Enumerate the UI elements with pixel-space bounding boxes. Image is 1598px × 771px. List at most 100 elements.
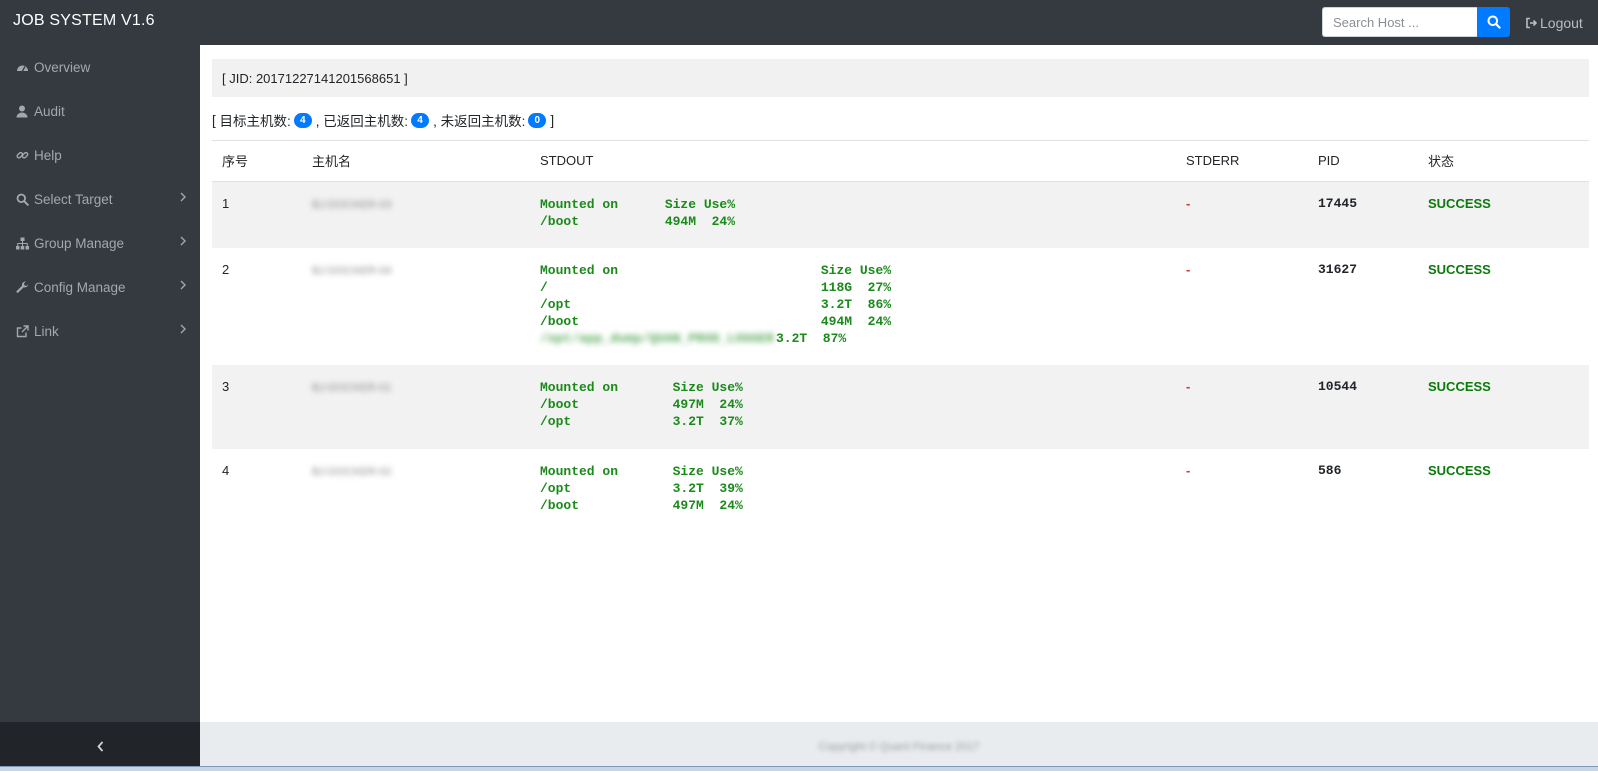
column-header-index: 序号: [212, 141, 302, 182]
status-cell: SUCCESS: [1428, 262, 1491, 277]
sidebar-item-help[interactable]: Help: [0, 133, 200, 177]
os-taskbar-strip: [0, 766, 1598, 771]
user-icon: [15, 104, 29, 118]
chevron-right-icon: [180, 236, 186, 246]
search-host-input[interactable]: [1322, 7, 1477, 37]
search-icon: [15, 192, 29, 206]
stdout-line: /boot 497M 24%: [540, 498, 743, 513]
link-icon: [15, 148, 29, 162]
sidebar-item-label: Link: [34, 323, 59, 339]
pid-cell: 586: [1318, 463, 1342, 478]
sidebar-item-overview[interactable]: Overview: [0, 45, 200, 89]
copyright-text: Copyright © Quant Finance 2017: [818, 740, 980, 753]
summary-close: ]: [550, 112, 555, 128]
result-table: 序号 主机名 STDOUT STDERR PID 状态 1 BJ-DOCKER-…: [212, 141, 1589, 533]
table-row: 2 BJ-DOCKER-04 Mounted on Size Use% / 118…: [212, 248, 1589, 365]
sidebar-item-label: Select Target: [34, 191, 113, 207]
returned-count-badge: 4: [411, 112, 430, 128]
stdout-line: /opt/app_dump/QUAN_PROD_LOGGER 3.2T 87%: [540, 330, 1176, 347]
logout-link[interactable]: Logout: [1525, 15, 1583, 31]
stdout-line: / 118G 27%: [540, 280, 892, 295]
chevron-left-icon: [96, 741, 103, 752]
target-label: 目标主机数:: [219, 114, 291, 129]
logout-label: Logout: [1540, 15, 1583, 31]
sidebar-item-label: Group Manage: [34, 235, 125, 251]
stdout-line: /opt 3.2T 39%: [540, 481, 743, 496]
stdout-cell: Mounted on Size Use% /opt 3.2T 39% /boot 4…: [530, 449, 1176, 533]
column-header-stderr: STDERR: [1176, 141, 1308, 182]
sitemap-icon: [15, 236, 29, 250]
column-header-pid: PID: [1308, 141, 1418, 182]
sidebar-item-link[interactable]: Link: [0, 309, 200, 353]
jid-header: [ JID: 20171227141201568651 ]: [212, 59, 1589, 97]
sidebar-item-config-manage[interactable]: Config Manage: [0, 265, 200, 309]
sidebar-item-select-target[interactable]: Select Target: [0, 177, 200, 221]
pid-cell: 17445: [1308, 181, 1418, 248]
column-header-hostname: 主机名: [302, 141, 530, 182]
target-count-badge: 4: [293, 112, 312, 128]
chevron-right-icon: [180, 324, 186, 334]
dashboard-icon: [15, 60, 29, 74]
sign-out-icon: [1526, 17, 1537, 29]
sidebar-item-audit[interactable]: Audit: [0, 89, 200, 133]
wrench-icon: [15, 280, 29, 294]
table-row: 3 BJ-DOCKER-01 Mounted on Size Use% /boot…: [212, 365, 1589, 449]
row-index: 4: [222, 463, 230, 478]
column-header-status: 状态: [1418, 141, 1589, 182]
column-header-stdout: STDOUT: [530, 141, 1176, 182]
search-icon: [1487, 15, 1501, 29]
status-cell: SUCCESS: [1418, 181, 1589, 248]
table-header-row: 序号 主机名 STDOUT STDERR PID 状态: [212, 141, 1589, 182]
unreturned-count-badge: 0: [528, 112, 547, 128]
stdout-cell: Mounted on Size Use% / 118G 27% /opt 3.2T …: [530, 248, 1176, 365]
row-index: 2: [222, 262, 230, 277]
sidebar-item-group-manage[interactable]: Group Manage: [0, 221, 200, 265]
stdout-line: Mounted on Size Use%: [540, 464, 743, 479]
sidebar: Overview Audit Help Select Target Group …: [0, 45, 200, 771]
stdout-line: /opt 3.2T 37%: [540, 414, 743, 429]
jid-text: [ JID: 20171227141201568651 ]: [222, 70, 408, 86]
stderr-cell: -: [1176, 181, 1308, 248]
hostname: BJ-DOCKER-03: [312, 198, 392, 211]
stdout-blurred-path: /opt/app_dump/QUAN_PROD_LOGGER: [540, 331, 775, 346]
stdout-line: /boot 497M 24%: [540, 397, 743, 412]
stdout-line: Mounted on Size Use%: [540, 196, 736, 212]
sidebar-item-label: Config Manage: [34, 279, 126, 295]
stdout-line: Mounted on Size Use%: [540, 263, 892, 278]
search-button[interactable]: [1477, 7, 1510, 37]
stderr-cell: -: [1186, 463, 1191, 478]
sidebar-collapse-button[interactable]: [0, 722, 200, 771]
chevron-right-icon: [180, 280, 186, 290]
unreturned-label: , 未返回主机数:: [433, 114, 526, 129]
pid-cell: 10544: [1308, 365, 1418, 449]
pid-cell: 31627: [1318, 262, 1358, 277]
app-title[interactable]: JOB SYSTEM V1.6: [13, 12, 155, 30]
sidebar-item-label: Audit: [34, 103, 65, 119]
external-link-icon: [15, 324, 29, 338]
stdout-usage: 3.2T 87%: [776, 331, 847, 346]
hostname: BJ-DOCKER-04: [312, 265, 392, 277]
status-cell: SUCCESS: [1428, 463, 1491, 478]
status-cell: SUCCESS: [1418, 365, 1589, 449]
footer: Copyright © Quant Finance 2017: [200, 722, 1598, 771]
top-navbar: JOB SYSTEM V1.6 Logout: [0, 0, 1598, 45]
row-index: 3: [212, 365, 302, 449]
stdout-line: Mounted on Size Use%: [540, 380, 743, 395]
stderr-cell: -: [1186, 262, 1191, 277]
hostname: BJ-DOCKER-02: [312, 466, 392, 478]
table-row: 4 BJ-DOCKER-02 Mounted on Size Use% /opt …: [212, 449, 1589, 533]
sidebar-item-label: Overview: [34, 59, 91, 75]
stdout-cell: Mounted on Size Use%/boot 494M 24%: [530, 181, 1176, 248]
returned-label: , 已返回主机数:: [315, 114, 409, 129]
host-summary: [ 目标主机数: 4 , 已返回主机数: 4 , 未返回主机数: 0 ]: [212, 110, 554, 130]
stdout-line: /boot 494M 24%: [540, 213, 736, 229]
stdout-line: /boot 494M 24%: [540, 314, 892, 329]
chevron-right-icon: [180, 192, 186, 202]
hostname: BJ-DOCKER-01: [312, 382, 392, 394]
stdout-cell: Mounted on Size Use% /boot 497M 24% /opt 3…: [530, 365, 1176, 449]
summary-open: [: [212, 112, 216, 128]
main-content: [ JID: 20171227141201568651 ] [ 目标主机数: 4…: [200, 45, 1598, 771]
table-row: 1 BJ-DOCKER-03 Mounted on Size Use%/boot…: [212, 181, 1589, 248]
stderr-cell: -: [1176, 365, 1308, 449]
sidebar-item-label: Help: [34, 147, 62, 163]
